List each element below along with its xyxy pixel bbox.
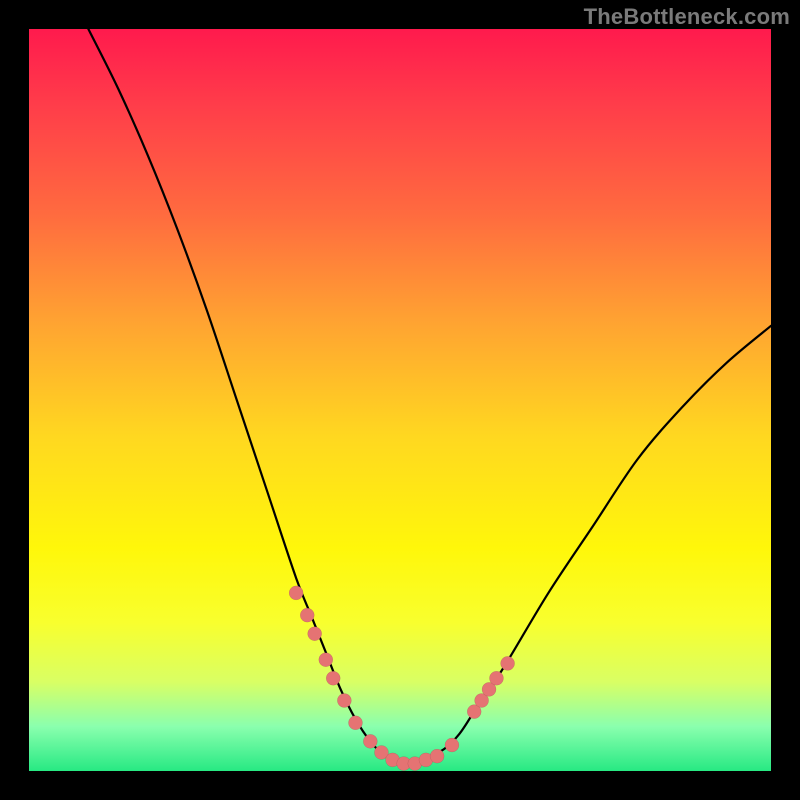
highlight-dot: [489, 671, 503, 685]
chart-svg: [29, 29, 771, 771]
highlight-dots-group: [289, 586, 514, 771]
highlight-dot: [319, 653, 333, 667]
highlight-dot: [430, 749, 444, 763]
highlight-dot: [363, 734, 377, 748]
chart-plot-area: [29, 29, 771, 771]
watermark-text: TheBottleneck.com: [584, 4, 790, 30]
highlight-dot: [501, 656, 515, 670]
highlight-dot: [348, 716, 362, 730]
highlight-dot: [337, 694, 351, 708]
highlight-dot: [445, 738, 459, 752]
highlight-dot: [300, 608, 314, 622]
highlight-dot: [308, 627, 322, 641]
highlight-dot: [326, 671, 340, 685]
chart-frame: TheBottleneck.com: [0, 0, 800, 800]
bottleneck-curve: [88, 29, 771, 765]
highlight-dot: [289, 586, 303, 600]
